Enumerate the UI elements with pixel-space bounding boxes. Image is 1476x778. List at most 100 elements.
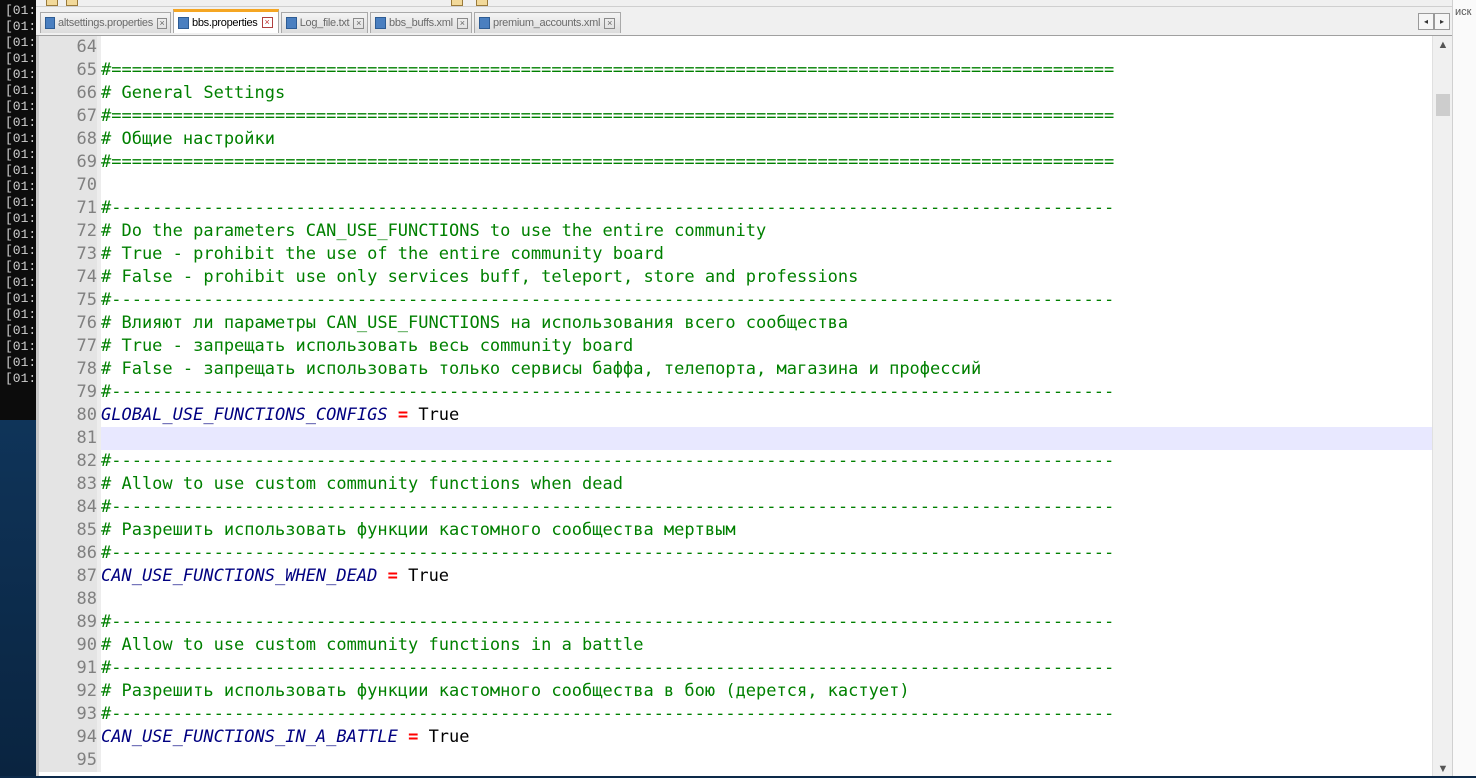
- code-line[interactable]: 64: [36, 36, 1432, 59]
- code-line[interactable]: 79 #-------------------------------------…: [36, 381, 1432, 404]
- code-line[interactable]: 93 #-------------------------------------…: [36, 703, 1432, 726]
- code-line[interactable]: 75 #-------------------------------------…: [36, 289, 1432, 312]
- comment-text: # Общие настройки: [101, 129, 275, 149]
- scroll-up-button[interactable]: ▲: [1433, 36, 1453, 54]
- comment-text: #---------------------------------------…: [101, 198, 1115, 218]
- comment-text: # True - запрещать использовать весь com…: [101, 336, 634, 356]
- code-line[interactable]: 84 #-------------------------------------…: [36, 496, 1432, 519]
- console-line: [01:: [5, 275, 36, 290]
- line-number: 86: [39, 542, 97, 565]
- code-line[interactable]: 68 # Общие настройки: [36, 128, 1432, 151]
- scroll-down-button[interactable]: ▼: [1433, 760, 1453, 778]
- folder-icon[interactable]: [46, 0, 58, 6]
- code-line[interactable]: 70: [36, 174, 1432, 197]
- console-line: [01:: [5, 99, 36, 114]
- tab-scroll-left-button[interactable]: ◂: [1418, 13, 1434, 30]
- code-line[interactable]: 85 # Разрешить использовать функции касто…: [36, 519, 1432, 542]
- line-number: 85: [39, 519, 97, 542]
- fold-margin: [97, 749, 101, 772]
- comment-text: #---------------------------------------…: [101, 497, 1115, 517]
- comment-text: #---------------------------------------…: [101, 704, 1115, 724]
- line-number: 64: [39, 36, 97, 59]
- comment-text: # Разрешить использовать функции кастомн…: [101, 520, 736, 540]
- tab-label: Log_file.txt: [299, 17, 350, 29]
- config-value: True: [408, 566, 450, 586]
- comment-text: #---------------------------------------…: [101, 382, 1115, 402]
- editor-area[interactable]: 64 65 #===================================…: [36, 36, 1432, 776]
- operator: =: [397, 405, 409, 425]
- code-line[interactable]: 90 # Allow to use custom community functi…: [36, 634, 1432, 657]
- line-number: 68: [39, 128, 97, 151]
- close-icon[interactable]: ×: [353, 17, 364, 29]
- code-line[interactable]: 69 #=====================================…: [36, 151, 1432, 174]
- close-icon[interactable]: ×: [456, 17, 468, 29]
- close-icon[interactable]: ×: [604, 17, 616, 29]
- console-line: [01:: [5, 3, 36, 18]
- code-line[interactable]: 65 #=====================================…: [36, 59, 1432, 82]
- folder-icon[interactable]: [451, 0, 463, 6]
- file-icon: [286, 17, 297, 29]
- scroll-thumb[interactable]: [1436, 94, 1450, 116]
- console-line: [01:: [5, 371, 36, 386]
- comment-text: # General Settings: [101, 83, 286, 103]
- line-number: 91: [39, 657, 97, 680]
- tab-label: bbs.properties: [192, 16, 258, 29]
- code-line[interactable]: 74 # False - prohibit use only services b…: [36, 266, 1432, 289]
- config-value: True: [418, 405, 460, 425]
- comment-text: #---------------------------------------…: [101, 290, 1115, 310]
- tab-altsettings[interactable]: altsettings.properties ×: [40, 12, 171, 33]
- folder-icon[interactable]: [476, 0, 488, 6]
- code-line[interactable]: 77 # True - запрещать использовать весь c…: [36, 335, 1432, 358]
- vertical-scrollbar[interactable]: ▲ ▼: [1432, 36, 1453, 776]
- config-value: True: [428, 727, 470, 747]
- comment-text: #---------------------------------------…: [101, 658, 1115, 678]
- line-number: 75: [39, 289, 97, 312]
- comment-text: #---------------------------------------…: [101, 543, 1115, 563]
- close-icon[interactable]: ×: [156, 17, 167, 29]
- console-line: [01:: [5, 35, 36, 50]
- code-line[interactable]: 81: [36, 427, 1432, 450]
- code-line[interactable]: 92 # Разрешить использовать функции касто…: [36, 680, 1432, 703]
- code-line[interactable]: 89 #-------------------------------------…: [36, 611, 1432, 634]
- code-line[interactable]: 76 # Влияют ли параметры CAN_USE_FUNCTION…: [36, 312, 1432, 335]
- console-line: [01:: [5, 227, 36, 242]
- line-number: 77: [39, 335, 97, 358]
- code-line[interactable]: 73 # True - prohibit the use of the entir…: [36, 243, 1432, 266]
- line-number: 66: [39, 82, 97, 105]
- line-number: 95: [39, 749, 97, 772]
- tab-bbs-properties[interactable]: bbs.properties ×: [173, 9, 279, 33]
- tab-scroll-right-button[interactable]: ▸: [1434, 13, 1450, 30]
- comment-text: #=======================================…: [101, 60, 1115, 80]
- code-line[interactable]: 94 CAN_USE_FUNCTIONS_IN_A_BATTLE = True: [36, 726, 1432, 749]
- line-number: 80: [39, 404, 97, 427]
- code-line[interactable]: 95: [36, 749, 1432, 772]
- operator: =: [408, 727, 419, 747]
- code-line[interactable]: 86 #-------------------------------------…: [36, 542, 1432, 565]
- tab-bbs-buffs[interactable]: bbs_buffs.xml ×: [370, 12, 472, 33]
- operator: =: [387, 566, 398, 586]
- code-line[interactable]: 71 #-------------------------------------…: [36, 197, 1432, 220]
- code-line[interactable]: 80 GLOBAL_USE_FUNCTIONS_CONFIGS = True: [36, 404, 1432, 427]
- config-entry: GLOBAL_USE_FUNCTIONS_CONFIGS = True: [101, 404, 459, 427]
- tab-label: altsettings.properties: [58, 17, 153, 29]
- toolbar: [36, 0, 1452, 7]
- line-number: 83: [39, 473, 97, 496]
- console-line: [01:: [5, 131, 36, 146]
- code-line[interactable]: 78 # False - запрещать использовать тольк…: [36, 358, 1432, 381]
- comment-text: # False - prohibit use only services buf…: [101, 267, 859, 287]
- line-number: 81: [39, 427, 97, 450]
- code-line[interactable]: 83 # Allow to use custom community functi…: [36, 473, 1432, 496]
- tab-premium-accounts[interactable]: premium_accounts.xml ×: [474, 12, 621, 33]
- line-number: 93: [39, 703, 97, 726]
- close-icon[interactable]: ×: [261, 17, 273, 28]
- code-line[interactable]: 88: [36, 588, 1432, 611]
- code-line[interactable]: 67 #=====================================…: [36, 105, 1432, 128]
- code-line[interactable]: 82 #-------------------------------------…: [36, 450, 1432, 473]
- code-line[interactable]: 72 # Do the parameters CAN_USE_FUNCTIONS …: [36, 220, 1432, 243]
- tab-log-file[interactable]: Log_file.txt ×: [281, 12, 368, 33]
- file-icon: [45, 17, 56, 29]
- code-line[interactable]: 91 #-------------------------------------…: [36, 657, 1432, 680]
- save-icon[interactable]: [66, 0, 78, 6]
- code-line[interactable]: 87 CAN_USE_FUNCTIONS_WHEN_DEAD = True: [36, 565, 1432, 588]
- code-line[interactable]: 66 # General Settings: [36, 82, 1432, 105]
